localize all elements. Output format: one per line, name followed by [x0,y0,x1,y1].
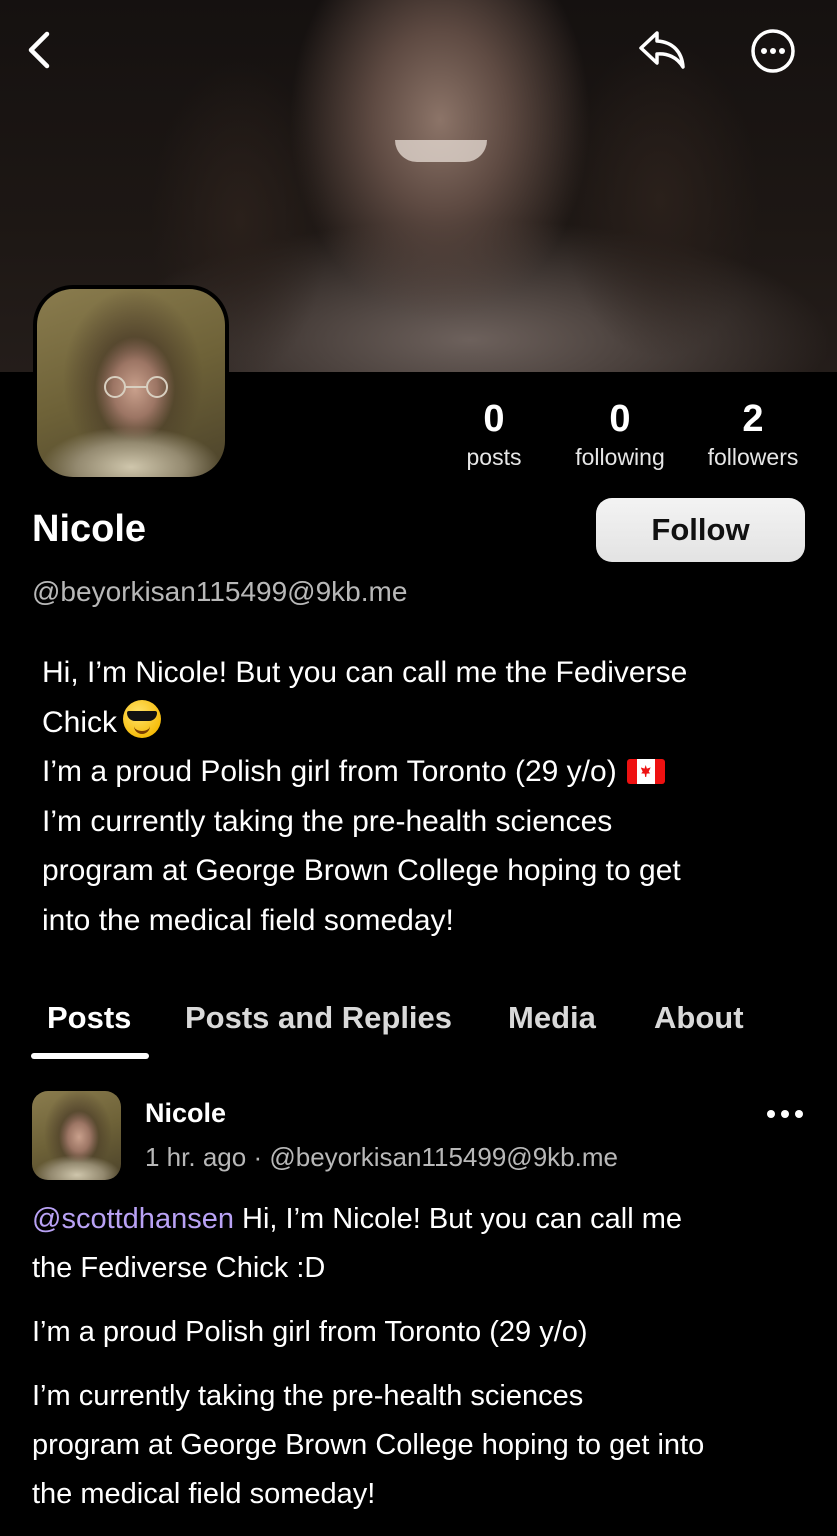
tab-media[interactable]: Media [508,996,596,1040]
profile-handle: @beyorkisan115499@9kb.me [32,576,408,607]
avatar-glasses [104,376,168,398]
post-timestamp: 1 hr. ago [145,1142,247,1172]
bio-line: Hi, I’m Nicole! But you can call me the … [42,656,688,689]
post-line: the medical field someday! [32,1478,376,1510]
ellipsis-circle-icon [751,29,795,73]
bio-line: program at George Brown College hoping t… [42,854,681,887]
post-line: the Fediverse Chick :D [32,1252,326,1284]
tab-posts[interactable]: Posts [47,996,131,1040]
post-paragraph: I’m a proud Polish girl from Toronto (29… [32,1308,812,1357]
bio-line: into the medical field someday! [42,903,454,937]
bio-text: Chick [42,705,118,739]
active-tab-indicator [31,1053,149,1059]
post-meta: 1 hr. ago · @beyorkisan115499@9kb.me [145,1138,618,1176]
stat-followers-count: 2 [742,398,764,440]
bio-line-with-flag: I’m a proud Polish girl from Toronto (29… [42,747,812,797]
banner-smile [395,140,487,162]
stat-posts-label: posts [466,444,522,470]
profile-avatar[interactable] [33,285,229,481]
canada-flag-icon [626,759,665,784]
stat-following[interactable]: 0 following [562,398,678,472]
profile-bio: Hi, I’m Nicole! But you can call me the … [42,648,812,945]
stat-posts-count: 0 [483,398,505,440]
bio-line: I’m currently taking the pre-health scie… [42,804,613,838]
stat-following-count: 0 [609,398,631,440]
profile-screen: 0 posts 0 following 2 followers Nicole F… [0,0,837,1536]
profile-name: Nicole [32,508,147,550]
chevron-left-icon [28,31,50,69]
stat-followers-label: followers [707,444,799,470]
tab-posts-and-replies[interactable]: Posts and Replies [185,996,452,1040]
share-button[interactable] [634,24,690,76]
tab-about[interactable]: About [654,996,744,1040]
post-line: I’m a proud Polish girl from Toronto (29… [32,1316,588,1348]
post-author-avatar[interactable] [32,1091,121,1180]
post-paragraph: @scottdhansen Hi, I’m Nicole! But you ca… [32,1195,812,1293]
follow-button[interactable]: Follow [596,498,805,562]
back-button[interactable] [16,26,64,74]
post-line: @scottdhansen Hi, I’m Nicole! But you ca… [32,1195,812,1244]
sunglasses-emoji-icon [123,699,162,738]
mention-link[interactable]: @scottdhansen [32,1203,234,1235]
post-text: Hi, I’m Nicole! But you can call me [233,1203,682,1235]
post-paragraph: I’m currently taking the pre-health scie… [32,1372,812,1519]
post-line: I’m currently taking the pre-health scie… [32,1380,584,1412]
post-author-name[interactable]: Nicole [145,1094,226,1132]
banner-shadow-right [560,40,760,360]
meta-separator: · [253,1142,263,1172]
bio-text: I’m a proud Polish girl from Toronto (29… [42,755,617,788]
bio-line-with-emoji: Chick [42,698,812,748]
ellipsis-icon [767,1110,803,1118]
post-author-handle: @beyorkisan115499@9kb.me [269,1142,618,1172]
reply-arrow-icon [639,31,685,69]
post-more-button[interactable] [762,1098,808,1130]
stat-followers[interactable]: 2 followers [696,398,810,472]
stat-posts[interactable]: 0 posts [452,398,536,472]
avatar-photo [37,289,225,477]
post-line: program at George Brown College hoping t… [32,1429,705,1461]
stat-following-label: following [575,444,665,470]
more-options-button[interactable] [748,26,798,76]
post-content: @scottdhansen Hi, I’m Nicole! But you ca… [32,1195,812,1534]
